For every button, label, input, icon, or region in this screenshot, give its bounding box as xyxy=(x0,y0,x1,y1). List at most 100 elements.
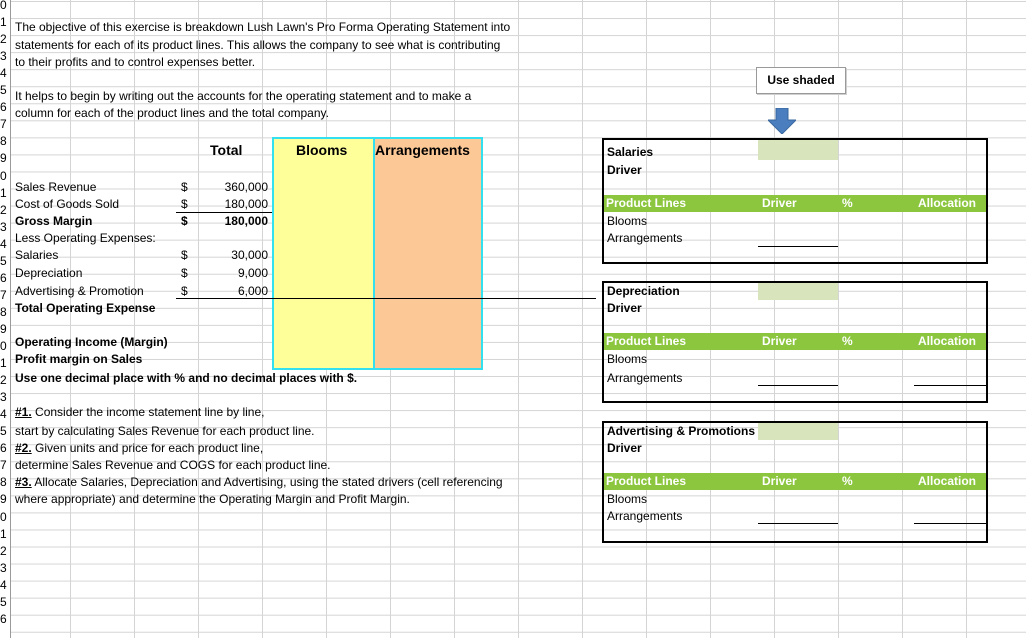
depreciation-driver-total-line xyxy=(758,385,838,386)
value-sales-revenue[interactable]: 360,000 xyxy=(210,180,268,195)
row-number[interactable]: 7 xyxy=(0,288,10,303)
row-number[interactable]: 1 xyxy=(0,15,10,30)
advertising-driver-label: Driver xyxy=(607,441,642,455)
currency-sales-revenue: $ xyxy=(181,180,188,194)
row-number[interactable]: 3 xyxy=(0,49,10,64)
advertising-row-arrangements: Arrangements xyxy=(607,509,683,523)
row-number[interactable]: 0 xyxy=(0,169,10,184)
row-number[interactable]: 6 xyxy=(0,441,10,456)
advertising-driver-total-line xyxy=(758,523,838,524)
value-cogs[interactable]: 180,000 xyxy=(210,197,268,212)
step-2-text: Given units and price for each product l… xyxy=(31,441,264,455)
step-1-text: Consider the income statement line by li… xyxy=(31,405,265,419)
row-number[interactable]: 8 xyxy=(0,134,10,149)
down-arrow-icon xyxy=(768,108,796,134)
cogs-underline xyxy=(176,212,272,213)
depreciation-col-product-lines: Product Lines xyxy=(606,334,687,348)
salaries-driver-total-line xyxy=(758,246,838,247)
row-number[interactable]: 5 xyxy=(0,254,10,269)
intro-line-5: It helps to begin by writing out the acc… xyxy=(15,89,472,103)
row-number[interactable]: 3 xyxy=(0,220,10,235)
row-number[interactable]: 7 xyxy=(0,117,10,132)
row-number[interactable]: 4 xyxy=(0,66,10,81)
label-advertising: Advertising & Promotion xyxy=(15,284,144,298)
currency-depreciation: $ xyxy=(181,266,188,280)
salaries-header-bar: Product Lines Driver % Allocation xyxy=(604,195,986,212)
use-shaded-callout: Use shaded xyxy=(756,67,846,94)
row-number[interactable]: 2 xyxy=(0,203,10,218)
advertising-driver-shaded-cell[interactable] xyxy=(758,423,838,440)
row-number[interactable]: 2 xyxy=(0,544,10,559)
step-3-tag: #3. xyxy=(15,475,32,489)
arrangements-column-border xyxy=(373,137,483,370)
row-number[interactable]: 1 xyxy=(0,356,10,371)
decimal-note: Use one decimal place with % and no deci… xyxy=(15,371,358,385)
row-number[interactable]: 0 xyxy=(0,510,10,525)
header-blooms: Blooms xyxy=(296,142,348,158)
value-salaries[interactable]: 30,000 xyxy=(210,248,268,263)
depreciation-title: Depreciation xyxy=(607,284,680,298)
row-number[interactable]: 0 xyxy=(0,339,10,354)
row-number[interactable]: 4 xyxy=(0,578,10,593)
depreciation-header-bar: Product Lines Driver % Allocation xyxy=(604,333,986,350)
row-number[interactable]: 7 xyxy=(0,458,10,473)
advertising-title: Advertising & Promotions xyxy=(607,424,756,438)
row-number[interactable]: 8 xyxy=(0,475,10,490)
row-number[interactable]: 5 xyxy=(0,595,10,610)
step-3-text: Allocate Salaries, Depreciation and Adve… xyxy=(31,475,503,489)
label-salaries: Salaries xyxy=(15,248,59,262)
instruction-3: #3. Allocate Salaries, Depreciation and … xyxy=(15,475,503,490)
depreciation-row-blooms: Blooms xyxy=(607,352,648,366)
row-number[interactable]: 0 xyxy=(0,0,10,13)
advertising-allocation-total-line xyxy=(914,523,986,524)
depreciation-driver-label: Driver xyxy=(607,301,642,315)
row-number-column: 0 1 2 3 4 5 6 7 8 9 0 1 2 3 4 5 6 7 8 9 0 1 2 3 4 5 6 7 8 9 0 1 2 3 4 5 6 xyxy=(0,0,11,638)
salaries-col-pct: % xyxy=(842,196,853,210)
instruction-1b: start by calculating Sales Revenue for e… xyxy=(15,424,315,438)
row-number[interactable]: 6 xyxy=(0,612,10,627)
advertising-header-bar: Product Lines Driver % Allocation xyxy=(604,473,986,490)
row-number[interactable]: 6 xyxy=(0,271,10,286)
row-number[interactable]: 9 xyxy=(0,151,10,166)
row-number[interactable]: 9 xyxy=(0,492,10,507)
row-number[interactable]: 9 xyxy=(0,322,10,337)
label-sales-revenue: Sales Revenue xyxy=(15,180,97,194)
depreciation-col-pct: % xyxy=(842,334,853,348)
value-advertising[interactable]: 6,000 xyxy=(210,284,268,299)
row-number[interactable]: 3 xyxy=(0,390,10,405)
instruction-2b: determine Sales Revenue and COGS for eac… xyxy=(15,458,331,472)
header-total: Total xyxy=(210,142,243,158)
depreciation-col-allocation: Allocation xyxy=(918,334,977,348)
row-number[interactable]: 5 xyxy=(0,424,10,439)
currency-cogs: $ xyxy=(181,197,188,211)
depreciation-driver-shaded-cell[interactable] xyxy=(758,283,838,300)
row-number[interactable]: 1 xyxy=(0,186,10,201)
row-number[interactable]: 2 xyxy=(0,373,10,388)
intro-line-3: to their profits and to control expenses… xyxy=(15,55,256,69)
value-gross-margin[interactable]: 180,000 xyxy=(210,214,268,229)
row-number[interactable]: 2 xyxy=(0,32,10,47)
row-number[interactable]: 4 xyxy=(0,407,10,422)
label-total-opex: Total Operating Expense xyxy=(15,301,156,315)
currency-advertising: $ xyxy=(181,284,188,298)
advertising-col-allocation: Allocation xyxy=(918,474,977,488)
row-number[interactable]: 3 xyxy=(0,561,10,576)
salaries-col-driver: Driver xyxy=(762,196,797,210)
instruction-1: #1. Consider the income statement line b… xyxy=(15,405,264,420)
depreciation-allocation-total-line xyxy=(914,385,986,386)
salaries-title: Salaries xyxy=(607,145,654,159)
row-number[interactable]: 1 xyxy=(0,527,10,542)
row-number[interactable]: 5 xyxy=(0,83,10,98)
advertising-col-driver: Driver xyxy=(762,474,797,488)
salaries-row-blooms: Blooms xyxy=(607,214,648,228)
salaries-col-product-lines: Product Lines xyxy=(606,196,687,210)
row-number[interactable]: 8 xyxy=(0,305,10,320)
row-number[interactable]: 4 xyxy=(0,237,10,252)
label-profit-margin: Profit margin on Sales xyxy=(15,352,143,366)
value-depreciation[interactable]: 9,000 xyxy=(210,266,268,281)
salaries-driver-shaded-cell[interactable] xyxy=(758,140,838,160)
currency-salaries: $ xyxy=(181,248,188,262)
row-number[interactable]: 6 xyxy=(0,100,10,115)
label-depreciation: Depreciation xyxy=(15,266,83,280)
label-less-opex: Less Operating Expenses: xyxy=(15,231,156,245)
